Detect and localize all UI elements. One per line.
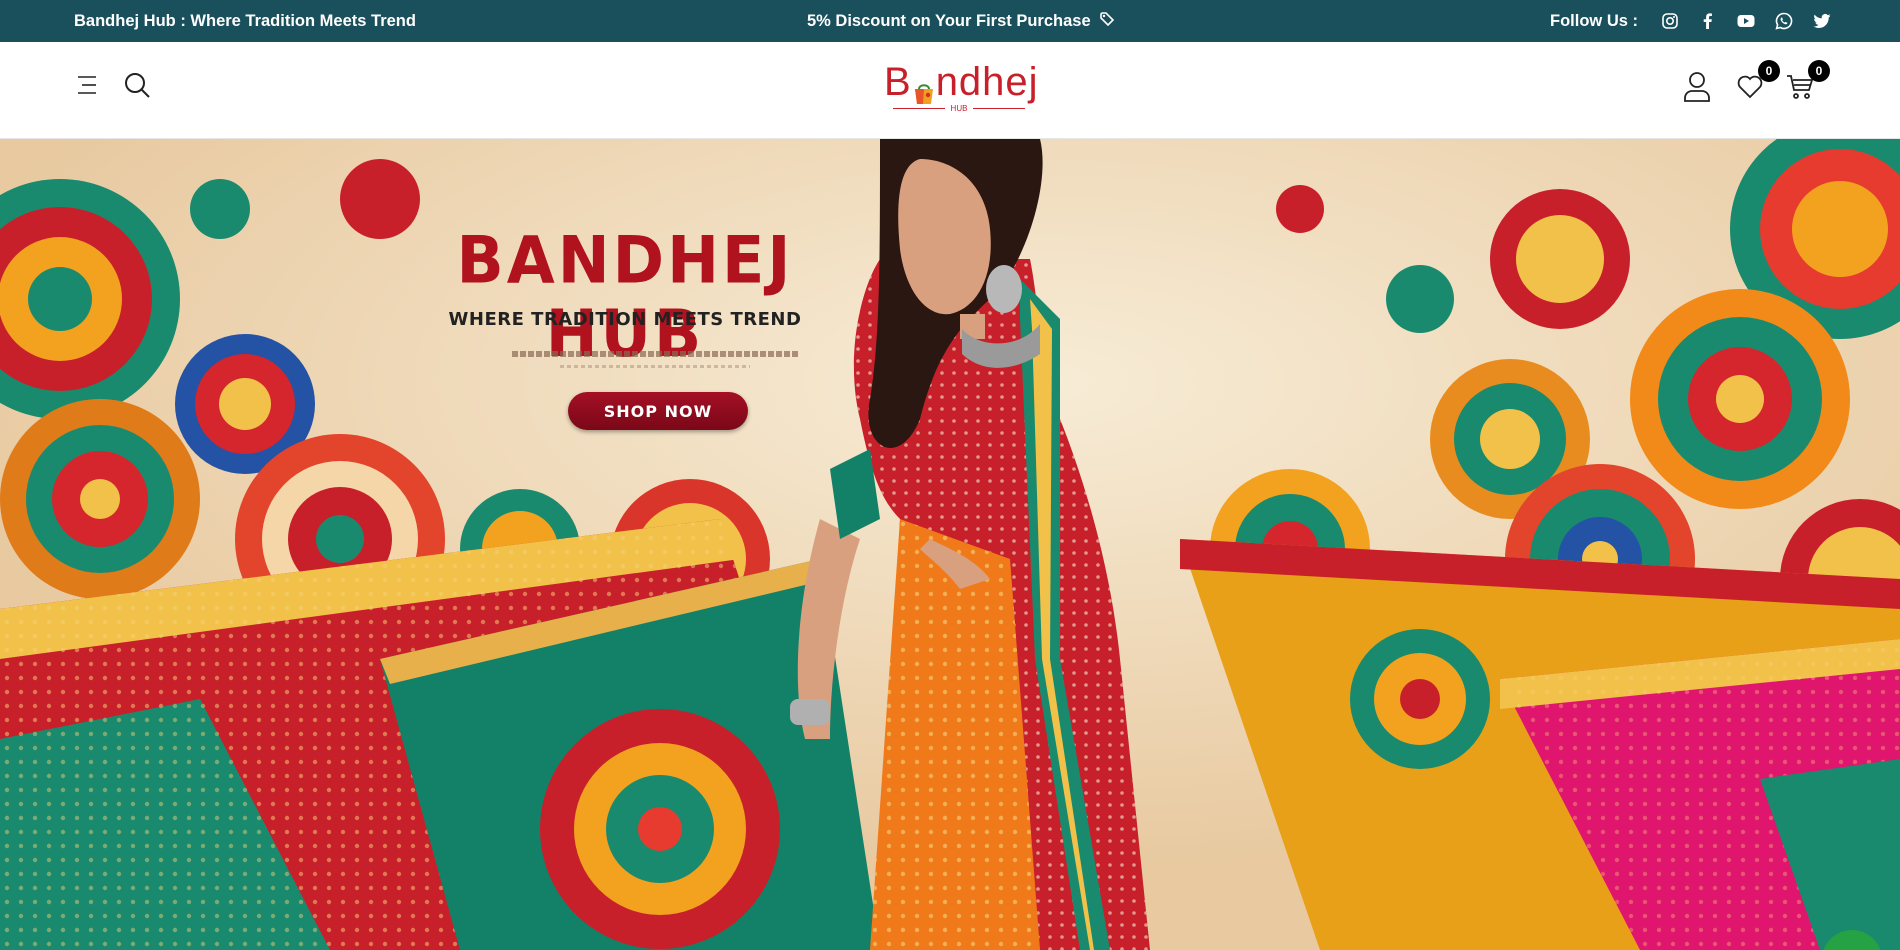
shop-now-button[interactable]: SHOP NOW (568, 392, 748, 430)
follow-label: Follow Us : (1550, 11, 1638, 30)
facebook-icon[interactable] (1698, 11, 1718, 31)
hero-artwork (0, 139, 1900, 950)
social-follow: Follow Us : (1550, 11, 1832, 31)
hero-title: BANDHEJ HUB (456, 221, 794, 372)
logo-letter-b: B (884, 60, 912, 104)
announcement-tagline: Bandhej Hub : Where Tradition Meets Tren… (74, 11, 416, 30)
site-logo[interactable]: B ndhej HUB (884, 60, 1038, 122)
tag-icon (1099, 11, 1115, 32)
announcement-bar: Bandhej Hub : Where Tradition Meets Tren… (0, 0, 1900, 42)
hero-fine-print-line (560, 365, 750, 368)
cart-count-badge: 0 (1808, 60, 1830, 82)
promo-text: 5% Discount on Your First Purchase (807, 11, 1091, 30)
hero-subtitle: WHERE TRADITION MEETS TREND (448, 309, 802, 330)
twitter-icon[interactable] (1812, 11, 1832, 31)
site-header: B ndhej HUB 0 0 (0, 42, 1900, 139)
shopping-bag-logo-icon (913, 70, 935, 104)
wishlist-count-badge: 0 (1758, 60, 1780, 82)
youtube-icon[interactable] (1736, 11, 1756, 31)
logo-sub-text: HUB (950, 104, 968, 113)
user-icon[interactable] (1682, 70, 1712, 102)
whatsapp-icon[interactable] (1774, 11, 1794, 31)
instagram-icon[interactable] (1660, 11, 1680, 31)
announcement-promo[interactable]: 5% Discount on Your First Purchase (807, 11, 1115, 32)
hero-fine-print (512, 351, 800, 357)
search-icon[interactable] (122, 70, 152, 100)
logo-wordmark: B ndhej (884, 60, 1038, 104)
menu-icon[interactable] (74, 72, 100, 98)
logo-subtitle: HUB (884, 104, 1034, 113)
hero-banner[interactable]: BANDHEJ HUB WHERE TRADITION MEETS TREND … (0, 139, 1900, 950)
logo-letters-ndhej: ndhej (935, 60, 1039, 104)
